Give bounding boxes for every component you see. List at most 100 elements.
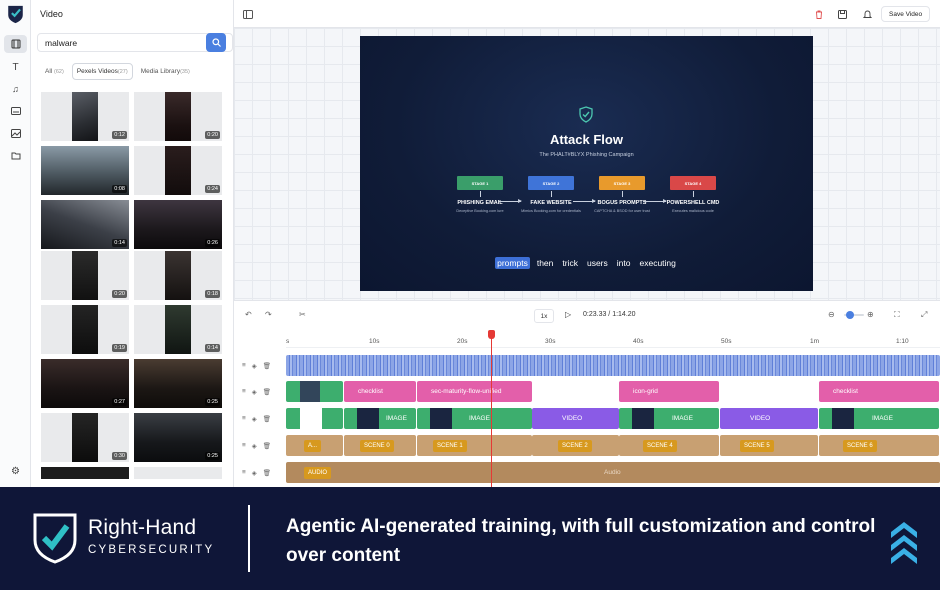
drag-handle-icon[interactable]: ≡ [242,388,246,396]
drag-handle-icon[interactable]: ≡ [242,469,246,477]
tab-pexels-videos[interactable]: Pexels Videos(27) [71,63,133,80]
banner-divider [248,505,250,572]
split-scissors-icon[interactable]: ✂ [299,310,306,319]
drag-handle-icon[interactable]: ≡ [242,442,246,450]
image-clip[interactable] [286,381,343,402]
drag-handle-icon[interactable]: ≡ [242,362,246,370]
video-thumbnail[interactable]: 0:24 [134,146,222,195]
save-video-button[interactable]: Save Video [881,6,931,22]
upload-tool-icon[interactable] [4,146,27,164]
video-thumbnail[interactable]: 0:19 [41,305,129,354]
scene-clip[interactable]: SCENE 4 [619,435,719,456]
brand-shield-logo [33,513,77,564]
image-clip[interactable]: IMAGE [344,408,416,429]
tab-media-library[interactable]: Media Library(35) [137,64,194,79]
video-thumbnail[interactable]: 0:25 [134,359,222,408]
video-thumbnail[interactable] [134,467,222,479]
trash-icon[interactable]: 🗑 [263,388,271,396]
caption-waveform-clip[interactable] [286,355,940,376]
search-button[interactable] [206,33,226,52]
video-thumbnail[interactable]: 0:08 [41,146,129,195]
expand-icon[interactable]: ⤢ [921,310,927,320]
scene-clip[interactable]: SCENE 1 [417,435,532,456]
down-arrow [693,191,694,197]
panel-title: Video [40,9,63,19]
text-tool-icon[interactable]: T [4,58,27,76]
save-icon[interactable] [837,9,847,19]
video-thumbnail[interactable] [41,467,129,479]
video-editor-app: T ♫ ⚙ Video All (62) Pexels Videos(27) M… [0,0,940,487]
zoom-slider-handle[interactable] [846,311,854,319]
audio-clip[interactable]: AUDIO Audio [286,462,940,483]
track-controls: ≡ ◈ 🗑 [242,442,271,450]
image-clip[interactable]: IMAGE [619,408,719,429]
scene-clip[interactable]: SCENE 0 [344,435,416,456]
slide-subtitle: The PHALT#BLYX Phishing Campaign [539,152,634,158]
slide-preview[interactable]: Attack Flow The PHALT#BLYX Phishing Camp… [360,36,813,291]
overlay-clip[interactable]: checklist [344,381,416,402]
ruler-label: 20s [457,338,468,345]
overlay-clip[interactable]: sec-maturity-flow-unified [417,381,532,402]
timeline: s 10s 20s 30s 40s 50s 1m 1:10 ≡ ◈ 🗑 ≡ ◈ 🗑 ≡ ◈… [234,328,940,487]
image-clip[interactable]: IMAGE [819,408,939,429]
video-thumbnail[interactable]: 0:30 [41,413,129,462]
video-thumbnail[interactable]: 0:25 [134,413,222,462]
undo-icon[interactable]: ↶ [245,310,252,319]
video-thumbnail[interactable]: 0:20 [41,251,129,300]
video-thumbnail[interactable]: 0:26 [134,200,222,249]
tab-all[interactable]: All (62) [41,64,68,79]
playback-speed-button[interactable]: 1x [534,309,554,323]
play-icon[interactable]: ▷ [565,310,571,319]
overlay-clip[interactable]: checklist [819,381,939,402]
app-logo-icon[interactable] [6,4,25,24]
zoom-in-icon[interactable]: ⊕ [867,310,874,319]
slide-title: Attack Flow [550,132,623,147]
playhead[interactable] [488,330,495,487]
visibility-icon[interactable]: ◈ [252,442,257,450]
caption-word: prompts [495,257,530,269]
scene-clip[interactable]: A... [286,435,343,456]
captions-tool-icon[interactable] [4,102,27,120]
visibility-icon[interactable]: ◈ [252,362,257,370]
video-thumbnail[interactable]: 0:14 [134,305,222,354]
settings-icon[interactable]: ⚙ [4,462,27,480]
video-tool-icon[interactable] [4,35,27,53]
trash-icon[interactable] [814,9,824,19]
down-arrow [480,191,481,197]
search-input[interactable] [37,33,233,52]
image-clip[interactable] [286,408,343,429]
visibility-icon[interactable]: ◈ [252,388,257,396]
bell-icon[interactable] [862,9,872,19]
visibility-icon[interactable]: ◈ [252,415,257,423]
video-clip[interactable]: VIDEO [720,408,818,429]
time-ruler[interactable]: s 10s 20s 30s 40s 50s 1m 1:10 [286,328,940,348]
image-tool-icon[interactable] [4,124,27,142]
redo-icon[interactable]: ↷ [265,310,272,319]
image-clip[interactable]: IMAGE [417,408,532,429]
video-thumbnail[interactable]: 0:14 [41,200,129,249]
music-tool-icon[interactable]: ♫ [4,80,27,98]
trash-icon[interactable]: 🗑 [263,469,271,477]
drag-handle-icon[interactable]: ≡ [242,415,246,423]
scene-clip[interactable]: SCENE 6 [819,435,939,456]
caption-word: then [536,258,554,268]
trash-icon[interactable]: 🗑 [263,442,271,450]
trash-icon[interactable]: 🗑 [263,362,271,370]
visibility-icon[interactable]: ◈ [252,469,257,477]
scene-clip[interactable]: SCENE 5 [720,435,818,456]
track-controls: ≡ ◈ 🗑 [242,388,271,396]
trash-icon[interactable]: 🗑 [263,415,271,423]
scene-clip[interactable]: SCENE 2 [532,435,619,456]
sidebar-toggle-icon[interactable] [243,9,253,19]
canvas-area: Attack Flow The PHALT#BLYX Phishing Camp… [234,28,940,300]
video-thumbnail[interactable]: 0:18 [134,251,222,300]
video-clip[interactable]: VIDEO [532,408,619,429]
zoom-out-icon[interactable]: ⊖ [828,310,835,319]
flow-arrow [644,199,667,203]
overlay-clip[interactable]: icon-grid [619,381,719,402]
caption-word: users [586,258,608,268]
video-thumbnail[interactable]: 0:12 [41,92,129,141]
video-thumbnail[interactable]: 0:20 [134,92,222,141]
fit-screen-icon[interactable]: ⛶ [894,310,900,320]
video-thumbnail[interactable]: 0:27 [41,359,129,408]
